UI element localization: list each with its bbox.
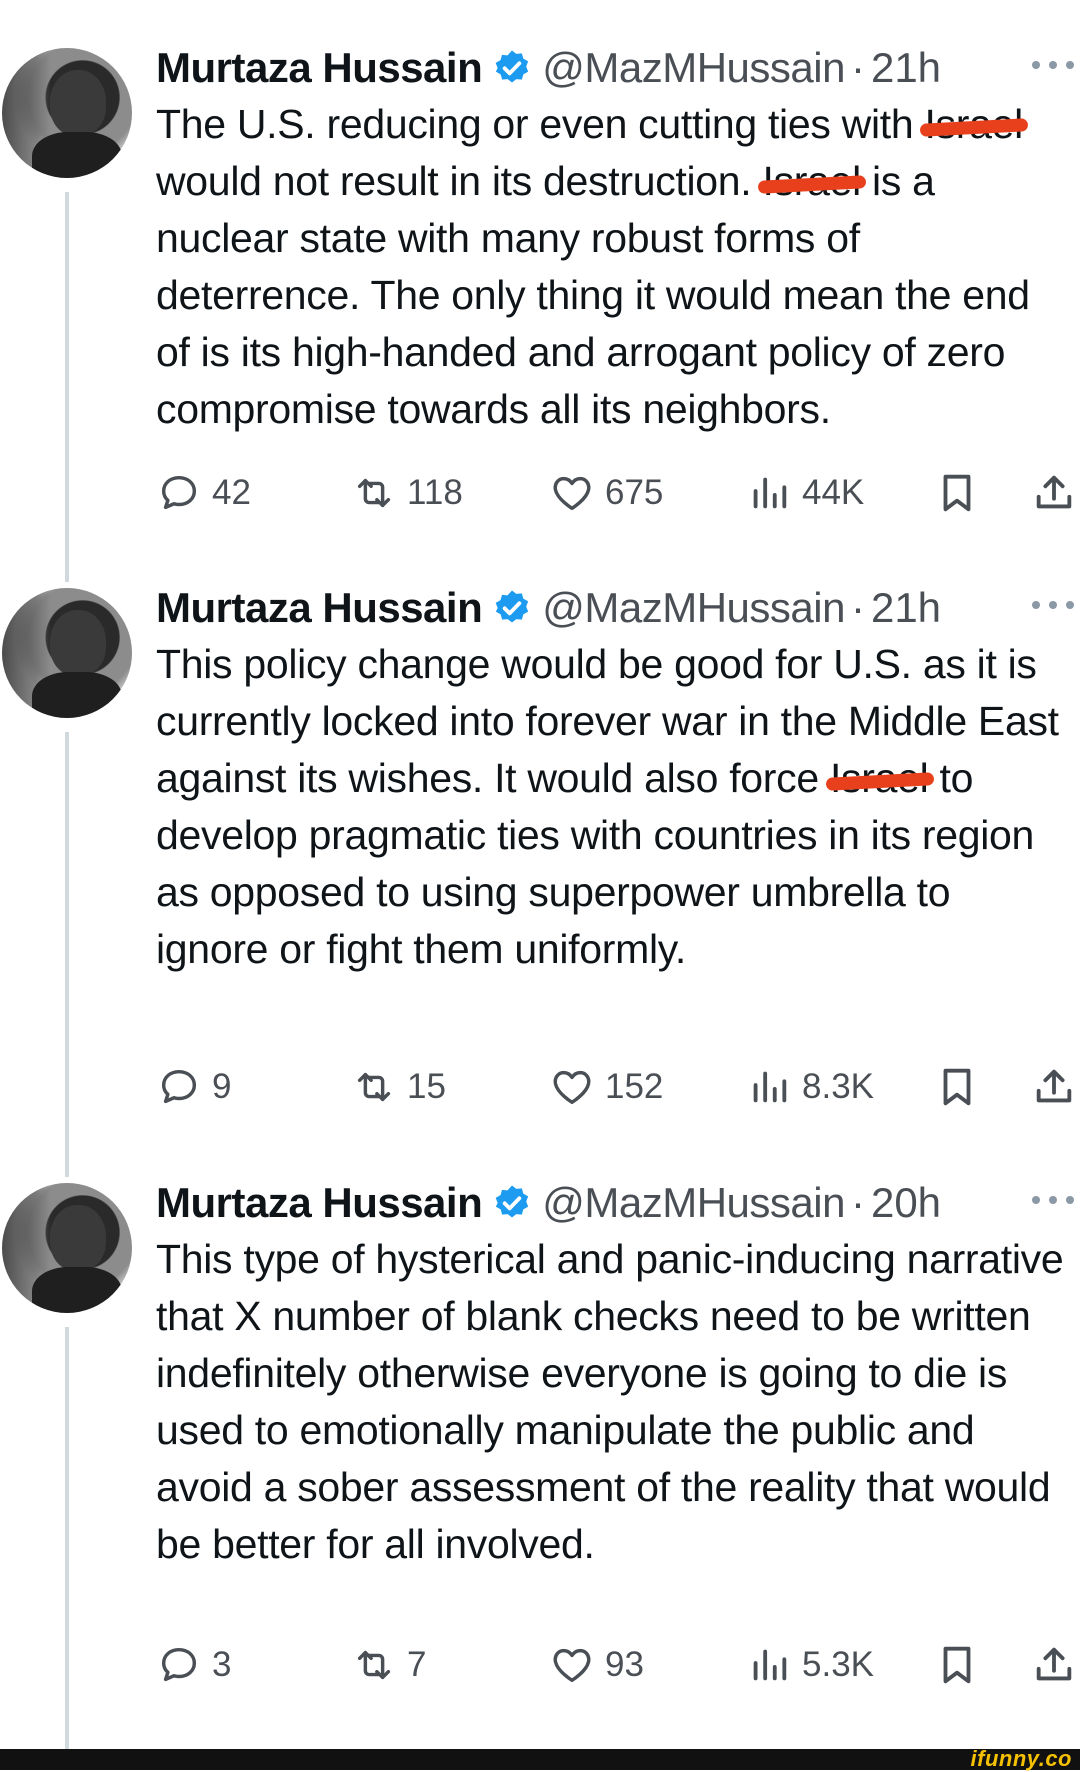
bookmark-button[interactable] <box>934 468 990 518</box>
reply-count: 42 <box>212 473 251 512</box>
redacted-word: Israel <box>762 153 861 210</box>
bookmark-icon <box>943 1068 971 1106</box>
avatar[interactable] <box>2 1183 132 1313</box>
repost-icon <box>357 1650 391 1680</box>
bookmark-button[interactable] <box>934 1062 990 1112</box>
verified-badge-icon <box>495 1185 529 1218</box>
share-icon <box>1036 1069 1072 1103</box>
bookmark-icon <box>943 1646 971 1684</box>
separator: · <box>850 1179 865 1226</box>
action-bar: 42 118 675 44K <box>156 468 1076 518</box>
like-button[interactable]: 152 <box>549 1062 663 1112</box>
author-handle[interactable]: @MazMHussain <box>542 584 845 632</box>
author-handle[interactable]: @MazMHussain <box>542 1179 845 1227</box>
views-icon <box>753 477 787 509</box>
timestamp[interactable]: 20h <box>871 1179 941 1227</box>
timestamp[interactable]: 21h <box>871 584 941 632</box>
action-bar: 3 7 93 5.3K <box>156 1640 1076 1690</box>
repost-button[interactable]: 7 <box>351 1640 426 1690</box>
heart-icon <box>553 1648 591 1683</box>
like-count: 93 <box>605 1645 644 1684</box>
thread-line <box>65 1327 69 1767</box>
reply-button[interactable]: 42 <box>156 468 251 518</box>
more-icon[interactable] <box>1032 50 1074 80</box>
views-button[interactable]: 44K <box>746 468 864 518</box>
view-count: 8.3K <box>802 1067 874 1106</box>
views-icon <box>753 1071 787 1103</box>
reply-button[interactable]: 3 <box>156 1640 231 1690</box>
tweet-header: Murtaza Hussain @MazMHussain · 21h <box>156 580 941 636</box>
tweet-text: The U.S. reducing or even cutting ties w… <box>156 96 1066 438</box>
bookmark-icon <box>943 474 971 512</box>
share-button[interactable] <box>1031 1640 1080 1690</box>
share-button[interactable] <box>1031 1062 1080 1112</box>
views-button[interactable]: 5.3K <box>746 1640 874 1690</box>
verified-badge-icon <box>495 590 529 623</box>
share-icon <box>1036 475 1072 509</box>
view-count: 44K <box>802 473 865 512</box>
avatar[interactable] <box>2 48 132 178</box>
repost-count: 118 <box>407 473 463 512</box>
reply-icon <box>161 1069 197 1104</box>
reply-icon <box>161 475 197 510</box>
repost-icon <box>357 1072 391 1102</box>
share-icon <box>1036 1647 1072 1681</box>
separator: · <box>850 44 865 91</box>
author-name[interactable]: Murtaza Hussain <box>156 584 483 632</box>
redacted-word: Israel <box>830 750 929 807</box>
view-count: 5.3K <box>802 1645 874 1684</box>
heart-icon <box>553 1070 591 1105</box>
repost-icon <box>357 478 391 508</box>
repost-count: 15 <box>407 1067 446 1106</box>
share-button[interactable] <box>1031 468 1080 518</box>
redacted-word: Israel <box>924 96 1023 153</box>
bookmark-button[interactable] <box>934 1640 990 1690</box>
tweet-text: This policy change would be good for U.S… <box>156 641 1059 972</box>
author-name[interactable]: Murtaza Hussain <box>156 44 483 92</box>
like-button[interactable]: 675 <box>549 468 663 518</box>
tweet-header: Murtaza Hussain @MazMHussain · 20h <box>156 1175 941 1231</box>
views-button[interactable]: 8.3K <box>746 1062 874 1112</box>
action-bar: 9 15 152 8.3K <box>156 1062 1076 1112</box>
repost-button[interactable]: 15 <box>351 1062 446 1112</box>
tweet-text: This type of hysterical and panic-induci… <box>156 1236 1064 1567</box>
author-handle[interactable]: @MazMHussain <box>542 44 845 92</box>
separator: · <box>850 584 865 631</box>
repost-count: 7 <box>407 1645 427 1684</box>
verified-badge-icon <box>495 50 529 83</box>
timestamp[interactable]: 21h <box>871 44 941 92</box>
like-count: 675 <box>605 473 664 512</box>
reply-icon <box>161 1647 197 1682</box>
like-count: 152 <box>605 1067 664 1106</box>
tweet-header: Murtaza Hussain @MazMHussain · 21h <box>156 40 941 96</box>
more-icon[interactable] <box>1032 1185 1074 1215</box>
repost-button[interactable]: 118 <box>351 468 463 518</box>
reply-count: 3 <box>212 1645 232 1684</box>
author-name[interactable]: Murtaza Hussain <box>156 1179 483 1227</box>
heart-icon <box>553 476 591 511</box>
avatar[interactable] <box>2 588 132 718</box>
thread-line <box>65 192 69 582</box>
thread-line <box>65 732 69 1177</box>
watermark-bar <box>0 1749 1080 1770</box>
watermark-logo: ifunny.co <box>970 1746 1072 1771</box>
reply-button[interactable]: 9 <box>156 1062 231 1112</box>
reply-count: 9 <box>212 1067 232 1106</box>
views-icon <box>753 1649 787 1681</box>
like-button[interactable]: 93 <box>549 1640 644 1690</box>
more-icon[interactable] <box>1032 590 1074 620</box>
